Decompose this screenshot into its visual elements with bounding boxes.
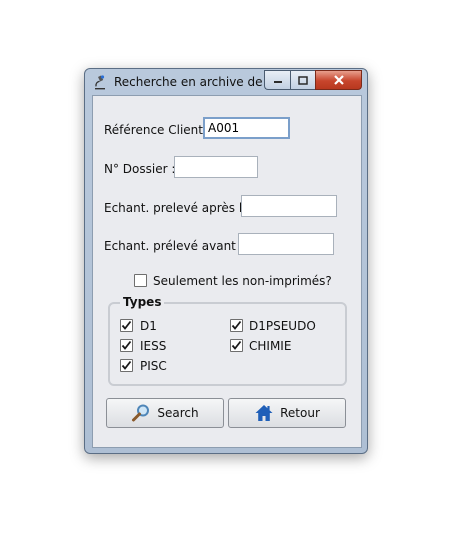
microscope-icon [95, 75, 105, 90]
maximize-button[interactable] [290, 70, 315, 90]
type-iess-label: IESS [140, 339, 167, 353]
preleve-avant-input[interactable] [238, 233, 334, 255]
home-icon [255, 405, 273, 421]
minimize-icon [273, 81, 282, 83]
search-archive-window: Recherche en archive de ... Référence Cl… [84, 68, 368, 454]
dossier-input[interactable] [174, 156, 258, 178]
search-button[interactable]: Search [106, 398, 224, 428]
retour-button-label: Retour [280, 406, 320, 420]
checkmark-icon [231, 320, 242, 330]
maximize-icon [298, 75, 308, 85]
preleve-apres-input[interactable] [241, 195, 337, 217]
reference-client-label: Référence Client : [104, 123, 211, 137]
window-controls [264, 70, 362, 90]
preleve-avant-label: Echant. prélevé avant le [104, 239, 251, 253]
retour-button[interactable]: Retour [228, 398, 346, 428]
title-bar[interactable]: Recherche en archive de ... [85, 69, 367, 95]
checkmark-icon [121, 320, 132, 330]
type-chimie-label: CHIMIE [249, 339, 292, 353]
non-imprimes-label: Seulement les non-imprimés? [153, 274, 332, 288]
dialog-content: Référence Client : A001 N° Dossier : Ech… [92, 95, 362, 448]
type-d1pseudo-label: D1PSEUDO [249, 319, 316, 333]
type-d1pseudo-checkbox[interactable] [230, 319, 243, 332]
checkmark-icon [121, 360, 132, 370]
type-chimie-checkbox[interactable] [230, 339, 243, 352]
type-pisc-label: PISC [140, 359, 167, 373]
types-group-title: Types [120, 295, 165, 309]
dossier-label: N° Dossier : [104, 162, 176, 176]
checkmark-icon [231, 340, 242, 350]
minimize-button[interactable] [264, 70, 290, 90]
type-iess-checkbox[interactable] [120, 339, 133, 352]
close-button[interactable] [315, 70, 362, 90]
non-imprimes-checkbox[interactable] [134, 274, 147, 287]
type-d1-checkbox[interactable] [120, 319, 133, 332]
checkmark-icon [121, 340, 132, 350]
types-group: Types D1 D1PSEUDO IESS CHIMIE PISC [108, 295, 347, 386]
close-icon [333, 75, 344, 85]
type-pisc-checkbox[interactable] [120, 359, 133, 372]
reference-client-input[interactable]: A001 [203, 117, 290, 139]
preleve-apres-label: Echant. prelevé après le [104, 201, 250, 215]
type-d1-label: D1 [140, 319, 157, 333]
magnifier-icon [132, 404, 150, 422]
search-button-label: Search [157, 406, 199, 420]
window-title: Recherche en archive de ... [114, 75, 278, 89]
